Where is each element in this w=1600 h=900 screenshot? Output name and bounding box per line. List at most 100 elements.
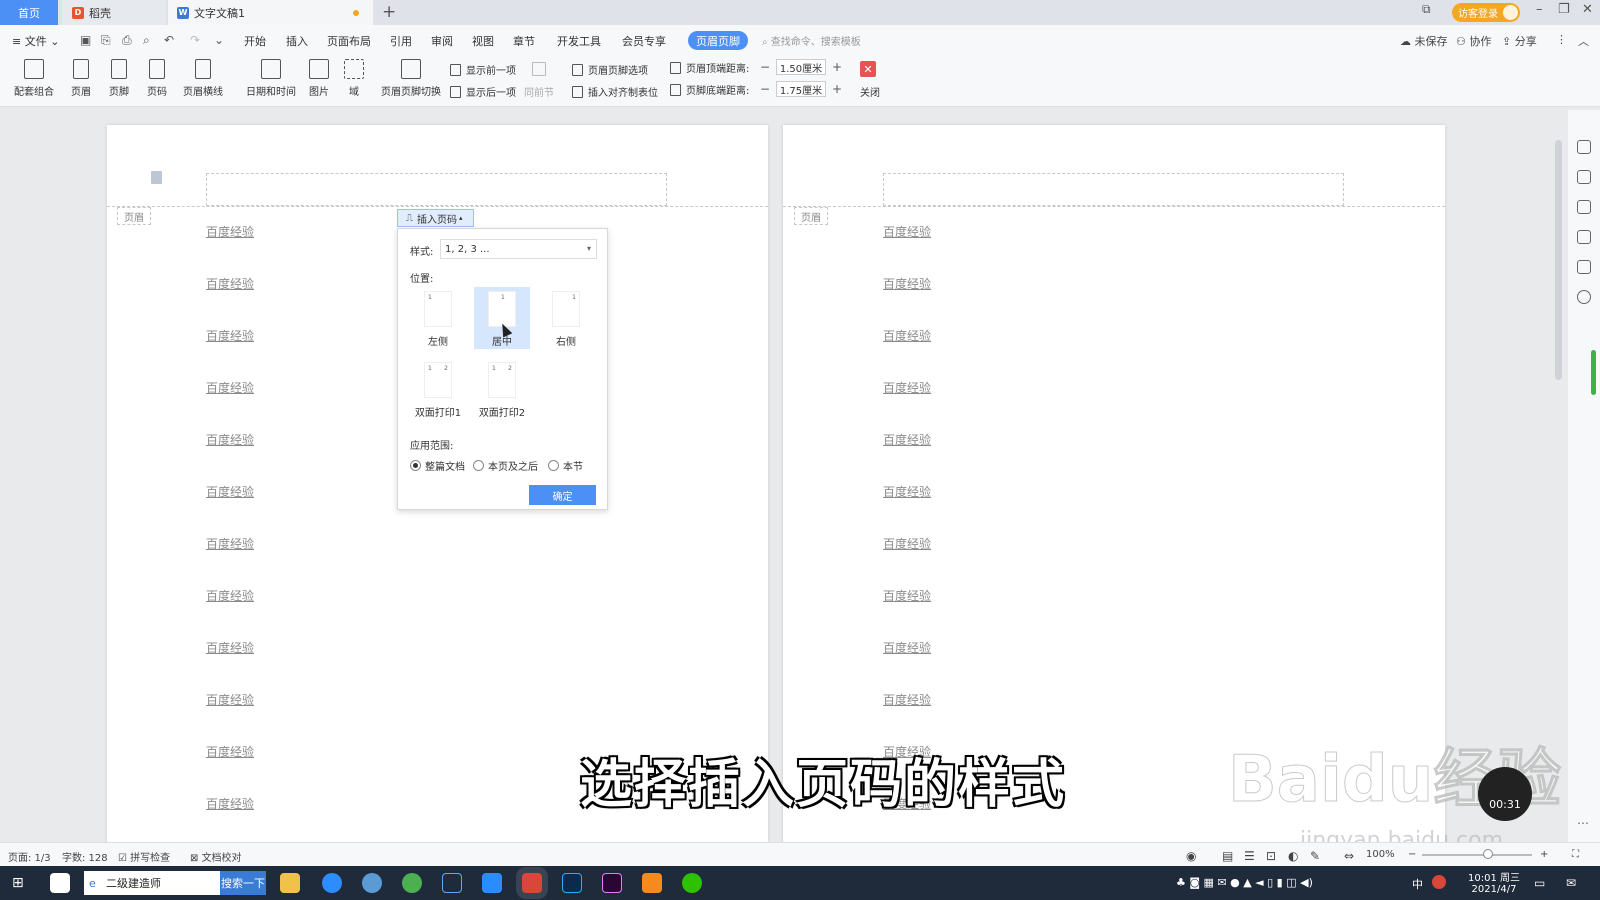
header-top-increase-button[interactable]: +	[830, 60, 844, 74]
select-cursor-icon[interactable]	[1577, 200, 1591, 214]
tab-home[interactable]: 首页	[0, 0, 58, 25]
word-count[interactable]: 字数: 128	[62, 849, 108, 864]
wechat-icon[interactable]	[682, 873, 702, 893]
scrollbar-thumb[interactable]	[1555, 140, 1562, 380]
body-text-line[interactable]: 百度经验	[206, 223, 254, 240]
position-right-option[interactable]: 1 右侧	[538, 287, 594, 349]
footer-bottom-decrease-button[interactable]: −	[758, 82, 772, 96]
zoom-level[interactable]: 100%	[1366, 849, 1395, 860]
menu-insert[interactable]: 插入	[286, 33, 308, 49]
customize-qat-icon[interactable]: ⌄	[214, 33, 224, 47]
redo-icon[interactable]: ↷	[190, 33, 200, 47]
menu-chapter[interactable]: 章节	[513, 33, 535, 49]
header-area[interactable]	[883, 173, 1344, 206]
zoom-slider[interactable]	[1422, 854, 1532, 856]
visitor-login-button[interactable]: 访客登录	[1452, 3, 1520, 22]
footer-bottom-distance-input[interactable]: 1.75厘米	[776, 81, 826, 97]
close-header-footer-button[interactable]: ✕	[860, 61, 876, 77]
read-view-icon[interactable]: ⊡	[1266, 849, 1276, 863]
collapse-ribbon-icon[interactable]: ︿	[1578, 33, 1589, 49]
export-icon[interactable]: ⎘	[101, 33, 111, 48]
header-button[interactable]: 页眉	[64, 59, 98, 98]
body-text-line[interactable]: 百度经验	[206, 639, 254, 656]
style-select[interactable]: 1, 2, 3 ... ▾	[440, 239, 597, 259]
header-area[interactable]	[206, 173, 667, 206]
windows-start-icon[interactable]: ⊞	[12, 875, 28, 891]
body-text-line[interactable]: 百度经验	[206, 587, 254, 604]
tab-document[interactable]: W 文字文稿1	[168, 0, 373, 25]
share-button[interactable]: ⇪ 分享	[1502, 33, 1537, 49]
header-doc-icon[interactable]	[151, 171, 162, 184]
help-icon[interactable]	[1577, 290, 1591, 304]
spell-check-button[interactable]: ☑ 拼写检查	[118, 849, 170, 864]
dingtalk-icon[interactable]	[482, 873, 502, 893]
page-indicator[interactable]: 页面: 1/3	[8, 849, 51, 864]
browser-icon[interactable]	[322, 873, 342, 893]
restore-icon[interactable]: ❐	[1558, 2, 1570, 17]
body-text-line[interactable]: 百度经验	[206, 743, 254, 760]
web-view-icon[interactable]: ◐	[1288, 849, 1298, 863]
body-text-line[interactable]: 百度经验	[883, 587, 931, 604]
hf-options-button[interactable]: 页眉页脚选项	[572, 62, 648, 77]
zoom-slider-knob[interactable]	[1483, 849, 1493, 859]
header-top-decrease-button[interactable]: −	[758, 60, 772, 74]
body-text-line[interactable]: 百度经验	[206, 379, 254, 396]
body-text-line[interactable]: 百度经验	[206, 691, 254, 708]
more-dots-icon[interactable]: ⋯	[1577, 816, 1591, 830]
date-time-button[interactable]: 日期和时间	[244, 59, 298, 98]
tray-apps-icon[interactable]: ♣ ◙ ▦ ✉ ● ▲ ◄ ▯ ▮ ◫ ◀)	[1176, 876, 1313, 889]
eye-protect-icon[interactable]: ◉	[1186, 849, 1196, 863]
backup-icon[interactable]	[1577, 260, 1591, 274]
body-text-line[interactable]: 百度经验	[883, 483, 931, 500]
scope-section-radio[interactable]: 本节	[548, 458, 583, 473]
insert-align-tab-button[interactable]: 插入对齐制表位	[572, 84, 658, 99]
zoom-out-icon[interactable]: −	[1408, 849, 1416, 860]
notification-icon[interactable]: ✉	[1566, 876, 1576, 890]
ime-indicator[interactable]: 中	[1412, 876, 1423, 892]
notes-app-icon[interactable]	[642, 873, 662, 893]
outline-view-icon[interactable]: ☰	[1244, 849, 1255, 863]
ok-button[interactable]: 确定	[529, 485, 596, 505]
show-next-button[interactable]: 显示后一项	[450, 84, 516, 99]
body-text-line[interactable]: 百度经验	[883, 431, 931, 448]
menu-page-layout[interactable]: 页面布局	[327, 33, 371, 49]
sogou-paw-icon[interactable]	[50, 873, 70, 893]
print-icon[interactable]: ⎙	[122, 33, 132, 48]
header-line-button[interactable]: 页眉横线	[178, 59, 228, 98]
more-icon[interactable]: ⋮	[1556, 33, 1567, 46]
settings-sliders-icon[interactable]	[1577, 230, 1591, 244]
combo-button[interactable]: 配套组合	[8, 59, 60, 98]
close-window-icon[interactable]: ✕	[1582, 2, 1593, 17]
body-text-line[interactable]: 百度经验	[883, 275, 931, 292]
system-clock[interactable]: 10:01 周三 2021/4/7	[1460, 869, 1528, 895]
insert-page-number-button[interactable]: ⎍ 插入页码 ▴	[397, 209, 474, 227]
save-icon[interactable]: ▣	[80, 33, 91, 47]
body-text-line[interactable]: 百度经验	[883, 223, 931, 240]
body-text-line[interactable]: 百度经验	[883, 639, 931, 656]
taskbar-search-input[interactable]: e 二级建造师	[84, 871, 220, 895]
tab-list-icon[interactable]: ⧉	[1422, 2, 1431, 17]
wps-office-icon[interactable]	[522, 873, 542, 893]
body-text-line[interactable]: 百度经验	[206, 535, 254, 552]
position-duplex1-option[interactable]: 12 双面打印1	[410, 358, 466, 420]
new-tab-icon[interactable]: +	[382, 2, 396, 22]
wps-tray-icon[interactable]	[1432, 875, 1446, 889]
photoshop-icon[interactable]	[562, 873, 582, 893]
position-duplex2-option[interactable]: 12 双面打印2	[474, 358, 530, 420]
premiere-icon[interactable]	[602, 873, 622, 893]
body-text-line[interactable]: 百度经验	[206, 795, 254, 812]
undo-icon[interactable]: ↶	[164, 33, 174, 47]
menu-references[interactable]: 引用	[390, 33, 412, 49]
menu-member[interactable]: 会员专享	[622, 33, 666, 49]
pen-icon[interactable]	[1577, 170, 1591, 184]
show-desktop-icon[interactable]: ▭	[1534, 876, 1545, 890]
image-button[interactable]: 图片	[302, 59, 336, 98]
scope-after-radio[interactable]: 本页及之后	[473, 458, 538, 473]
position-center-option[interactable]: 1 居中	[474, 287, 530, 349]
footer-button[interactable]: 页脚	[102, 59, 136, 98]
doc-proof-button[interactable]: ⊠ 文档校对	[190, 849, 242, 864]
body-text-line[interactable]: 百度经验	[883, 691, 931, 708]
file-explorer-icon[interactable]	[280, 873, 300, 893]
collaborate-button[interactable]: ⚇ 协作	[1456, 33, 1491, 49]
fullscreen-icon[interactable]: ⛶	[1572, 849, 1579, 860]
